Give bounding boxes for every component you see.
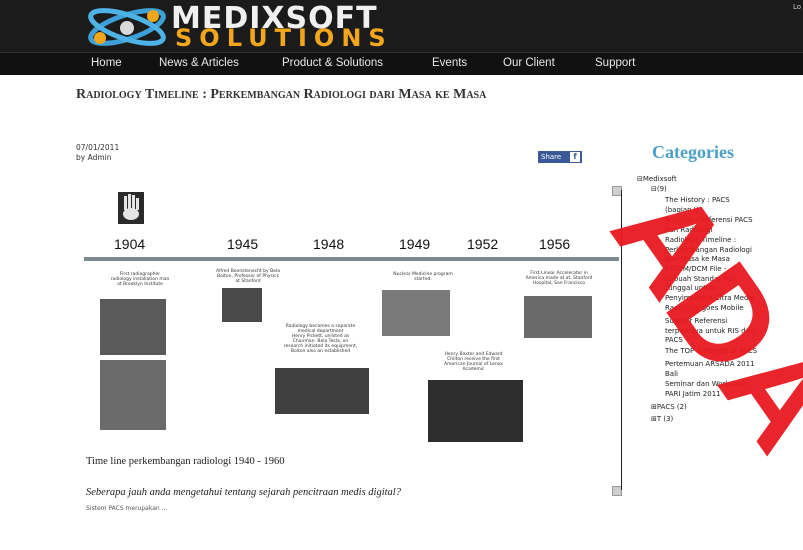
photo-1945-portrait [222,288,262,322]
caption-1952: Henry Baxter and Edward Chilton receive … [444,352,503,372]
xray-hand-photo [118,192,144,224]
cat-link-radiology-timeline[interactable]: Radiology Timeline : Perkembangan Radiol… [665,236,752,265]
timeline-description: Time line perkembangan radiologi 1940 - … [86,456,285,467]
year-1952: 1952 [467,236,499,252]
cat-link-sumber[interactable]: Sumber Referensi terpercaya untuk RIS da… [665,317,754,346]
photo-1952-scientists [428,380,523,442]
hand-icon [118,192,144,224]
cat-link-arsada[interactable]: Pertemuan ARSADA 2011 Bali [665,360,755,379]
caption-1948: Radiology becomes a separate medical dep… [283,324,358,354]
photo-1956-accelerator [524,296,592,338]
year-1956: 1956 [539,236,571,252]
photo-hospital-building [100,299,166,355]
caption-1945: Alfred Boenstenecht by Bela Boiton, Prof… [215,269,280,284]
cat-link-dicom[interactable]: DICOM/DCM File - Sebuah Standar File Tun… [665,265,754,303]
photo-xray-machine [100,360,166,430]
caption-1904: First radiographer radiology installatio… [110,272,170,287]
cat-link-seminar[interactable]: Seminar dan Workshop PARI Jatim 2011 [665,380,746,399]
photo-1948-portrait [275,368,369,414]
cat-link-mobile[interactable]: Radiology goes Mobile [665,304,744,314]
year-1949: 1949 [399,236,431,252]
timeline-scrollbar-track[interactable] [621,190,622,490]
intro-question: Seberapa jauh anda mengetahui tentang se… [86,487,401,498]
year-1945: 1945 [227,236,259,252]
year-1904: 1904 [114,236,146,252]
timeline-axis [84,257,619,261]
cat-link-top3[interactable]: The TOP 3 Benefit of PACS [665,347,757,357]
year-1948: 1948 [313,236,345,252]
caption-1949: Nuclear Medicine program started. [393,272,453,282]
photo-1949-lab [382,290,450,336]
cat-link-rujukan[interactable]: Rujukan / Referensi PACS dan Radiologi [665,216,753,235]
caption-1956: First Linear Accelerator in America made… [525,271,593,286]
timeline-image: 1904 1945 1948 1949 1952 1956 First radi… [84,184,626,496]
cat-link-history[interactable]: The History : PACS (bagian I) [665,196,730,215]
